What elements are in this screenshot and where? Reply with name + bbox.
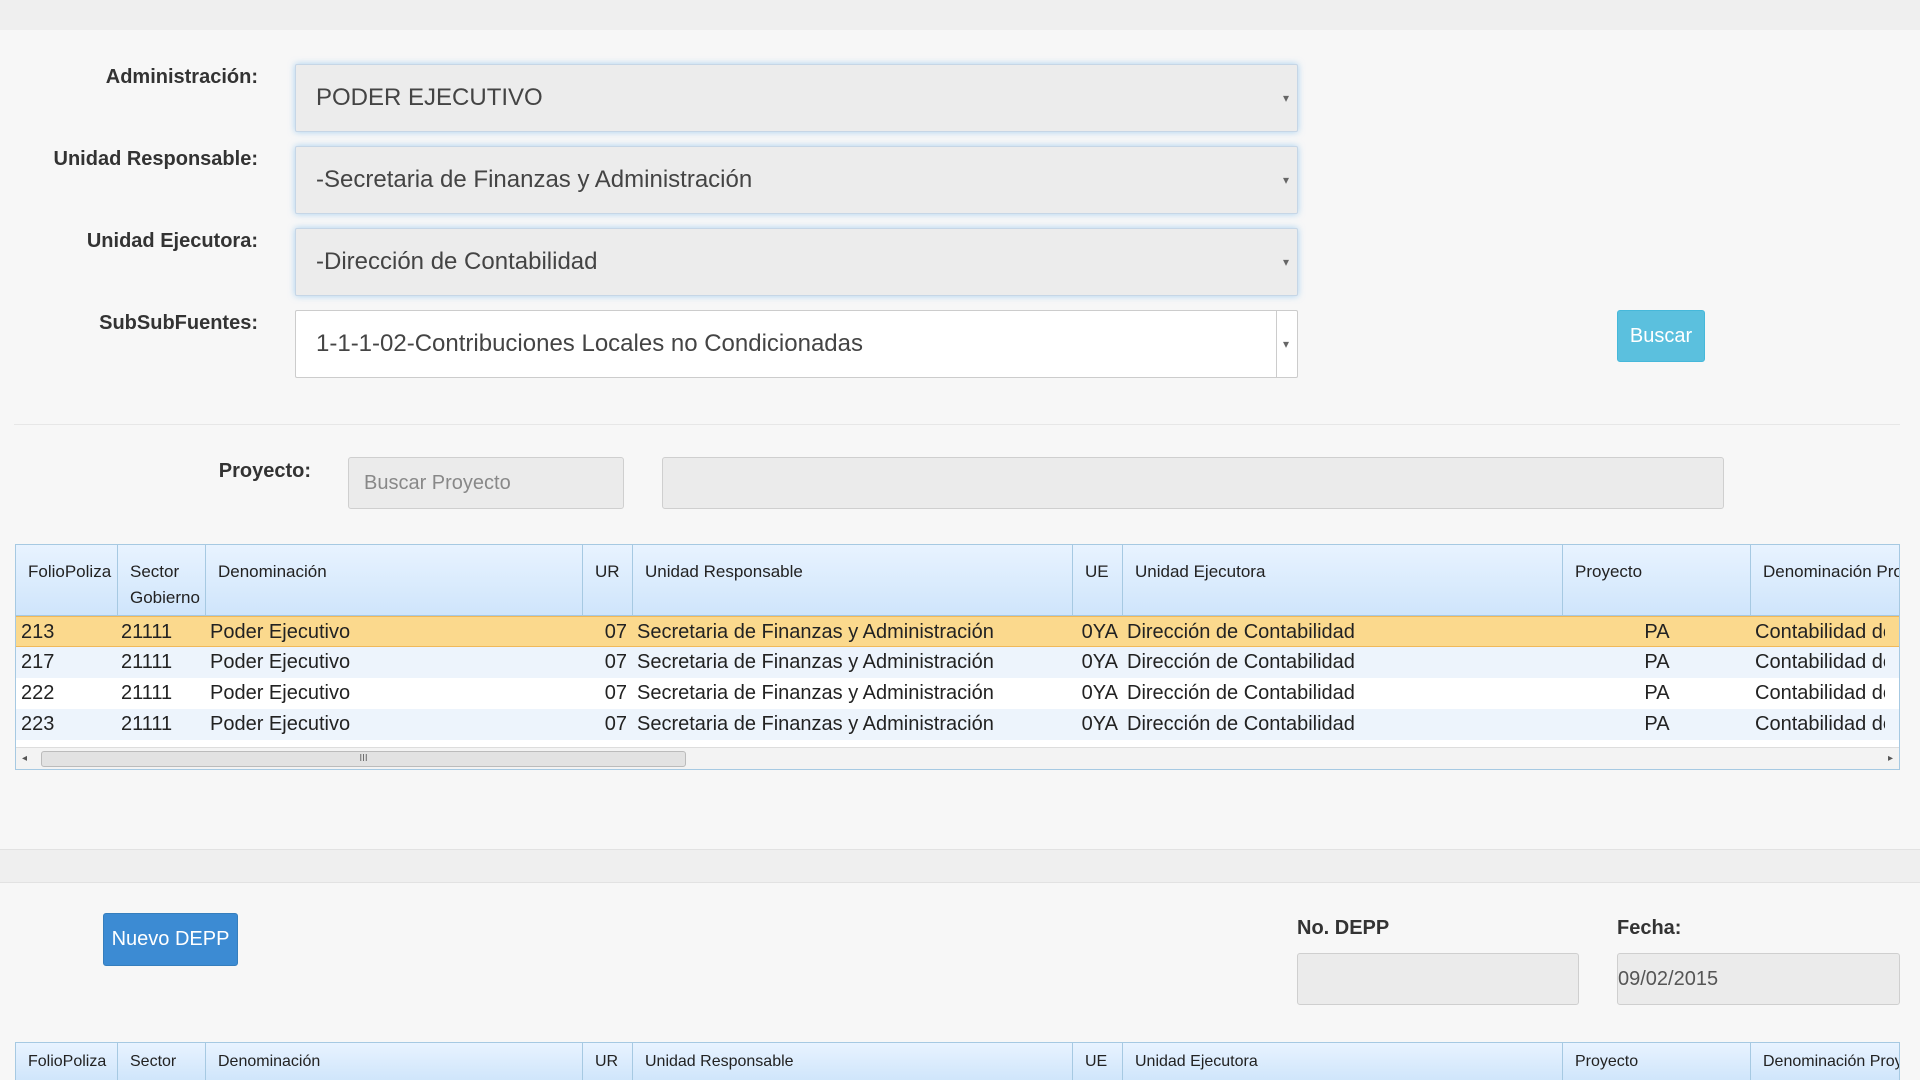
col-header-sector[interactable]: Sector [118, 1043, 206, 1080]
no-depp-input[interactable] [1297, 953, 1579, 1005]
nuevo-depp-button[interactable]: Nuevo DEPP [103, 913, 238, 966]
cell-ue: 0YA [1081, 713, 1118, 735]
proyecto-label: Proyecto: [218, 460, 311, 482]
cell-ue: 0YA [1081, 682, 1118, 704]
divider [14, 424, 1900, 425]
cell-folio: 217 [21, 651, 55, 673]
col-header-sector[interactable]: Sector Gobierno [118, 545, 206, 615]
depp-grid: FolioPoliza Sector Denominación UR Unida… [15, 1042, 1900, 1080]
buscar-button[interactable]: Buscar [1617, 310, 1705, 362]
unidad-ejecutora-select[interactable]: -Dirección de Contabilidad ▾ [295, 228, 1298, 296]
col-header-denominacion-proyecto[interactable]: Denominación Proy [1751, 545, 1899, 615]
cell-denominacion: Poder Ejecutivo [210, 651, 351, 673]
col-header-ur[interactable]: UR [583, 1043, 633, 1080]
cell-proyecto: PA [1644, 713, 1670, 735]
col-header-ur[interactable]: UR [583, 545, 633, 615]
grid-header: FolioPoliza Sector Gobierno Denominación… [16, 545, 1899, 616]
cell-denominacion: Poder Ejecutivo [210, 621, 351, 643]
top-band [0, 0, 1920, 30]
select-divider [1276, 311, 1277, 377]
col-header-unidad-ejecutora[interactable]: Unidad Ejecutora [1123, 1043, 1563, 1080]
unidad-responsable-label: Unidad Responsable: [53, 148, 258, 170]
col-header-unidad-ejecutora[interactable]: Unidad Ejecutora [1123, 545, 1563, 615]
table-row[interactable]: 223 21111 Poder Ejecutivo 07 Secretaria … [16, 709, 1899, 740]
administracion-label: Administración: [105, 66, 258, 88]
chevron-down-icon: ▾ [1282, 173, 1289, 187]
cell-denominacion-proyecto: Contabilidad de la H [1755, 713, 1885, 735]
cell-proyecto: PA [1644, 621, 1670, 643]
col-header-unidad-responsable[interactable]: Unidad Responsable [633, 545, 1073, 615]
cell-unidad-ejecutora: Dirección de Contabilidad [1127, 713, 1355, 735]
cell-denominacion: Poder Ejecutivo [210, 682, 351, 704]
scroll-thumb[interactable]: III [41, 751, 686, 767]
col-header-folio[interactable]: FolioPoliza [16, 1043, 118, 1080]
chevron-down-icon: ▾ [1282, 337, 1289, 351]
unidad-responsable-select[interactable]: -Secretaria de Finanzas y Administración… [295, 146, 1298, 214]
cell-folio: 223 [21, 713, 55, 735]
cell-proyecto: PA [1644, 651, 1670, 673]
cell-sector: 21111 [121, 682, 173, 704]
table-row[interactable]: 217 21111 Poder Ejecutivo 07 Secretaria … [16, 647, 1899, 678]
cell-unidad-ejecutora: Dirección de Contabilidad [1127, 621, 1355, 643]
section-separator [0, 849, 1920, 883]
col-header-denominacion-proyecto[interactable]: Denominación Proyecto [1751, 1043, 1899, 1080]
cell-denominacion-proyecto: Contabilidad de la H [1755, 682, 1885, 704]
unidad-ejecutora-label: Unidad Ejecutora: [86, 230, 258, 252]
administracion-value: PODER EJECUTIVO [316, 84, 543, 111]
col-header-denominacion[interactable]: Denominación [206, 545, 583, 615]
col-header-denominacion[interactable]: Denominación [206, 1043, 583, 1080]
unidad-ejecutora-value: -Dirección de Contabilidad [316, 248, 598, 275]
chevron-down-icon: ▾ [1282, 255, 1289, 269]
cell-folio: 222 [21, 682, 55, 704]
col-header-unidad-responsable[interactable]: Unidad Responsable [633, 1043, 1073, 1080]
cell-proyecto: PA [1644, 682, 1670, 704]
table-row[interactable]: 213 21111 Poder Ejecutivo 07 Secretaria … [16, 616, 1899, 647]
chevron-down-icon: ▾ [1282, 91, 1289, 105]
cell-unidad-responsable: Secretaria de Finanzas y Administración [637, 682, 994, 704]
fecha-label: Fecha: [1617, 917, 1682, 939]
cell-ur: 07 [604, 651, 627, 673]
unidad-responsable-value: -Secretaria de Finanzas y Administración [316, 166, 753, 193]
cell-denominacion: Poder Ejecutivo [210, 713, 351, 735]
cell-unidad-ejecutora: Dirección de Contabilidad [1127, 682, 1355, 704]
polizas-grid: FolioPoliza Sector Gobierno Denominación… [15, 544, 1900, 770]
cell-unidad-responsable: Secretaria de Finanzas y Administración [637, 621, 994, 643]
cell-ue: 0YA [1081, 621, 1118, 643]
scroll-left-icon[interactable]: ◂ [22, 748, 27, 769]
cell-sector: 21111 [121, 713, 173, 735]
cell-sector: 21111 [121, 621, 173, 643]
col-header-proyecto[interactable]: Proyecto [1563, 545, 1751, 615]
cell-ue: 0YA [1081, 651, 1118, 673]
col-header-ue[interactable]: UE [1073, 1043, 1123, 1080]
no-depp-label: No. DEPP [1297, 917, 1390, 939]
subsubfuentes-label: SubSubFuentes: [99, 312, 258, 334]
horizontal-scrollbar[interactable]: ◂ III ▸ [16, 747, 1899, 769]
proyecto-search-input[interactable]: Buscar Proyecto [348, 457, 624, 509]
cell-sector: 21111 [121, 651, 173, 673]
subsubfuentes-select[interactable]: 1-1-1-02-Contribuciones Locales no Condi… [295, 310, 1298, 378]
cell-unidad-responsable: Secretaria de Finanzas y Administración [637, 713, 994, 735]
cell-ur: 07 [604, 713, 627, 735]
administracion-select[interactable]: PODER EJECUTIVO ▾ [295, 64, 1298, 132]
cell-denominacion-proyecto: Contabilidad de la H [1755, 651, 1885, 673]
col-header-folio[interactable]: FolioPoliza [16, 545, 118, 615]
subsubfuentes-value: 1-1-1-02-Contribuciones Locales no Condi… [316, 330, 863, 357]
cell-folio: 213 [21, 621, 55, 643]
col-header-proyecto[interactable]: Proyecto [1563, 1043, 1751, 1080]
table-row[interactable]: 222 21111 Poder Ejecutivo 07 Secretaria … [16, 678, 1899, 709]
cell-unidad-ejecutora: Dirección de Contabilidad [1127, 651, 1355, 673]
col-header-ue[interactable]: UE [1073, 545, 1123, 615]
cell-ur: 07 [604, 621, 627, 643]
cell-denominacion-proyecto: Contabilidad de la H [1755, 621, 1885, 643]
fecha-input[interactable]: 09/02/2015 [1617, 953, 1900, 1005]
proyecto-description-field[interactable] [662, 457, 1724, 509]
grid-header: FolioPoliza Sector Denominación UR Unida… [16, 1043, 1899, 1080]
cell-ur: 07 [604, 682, 627, 704]
scroll-right-icon[interactable]: ▸ [1888, 748, 1893, 769]
cell-unidad-responsable: Secretaria de Finanzas y Administración [637, 651, 994, 673]
